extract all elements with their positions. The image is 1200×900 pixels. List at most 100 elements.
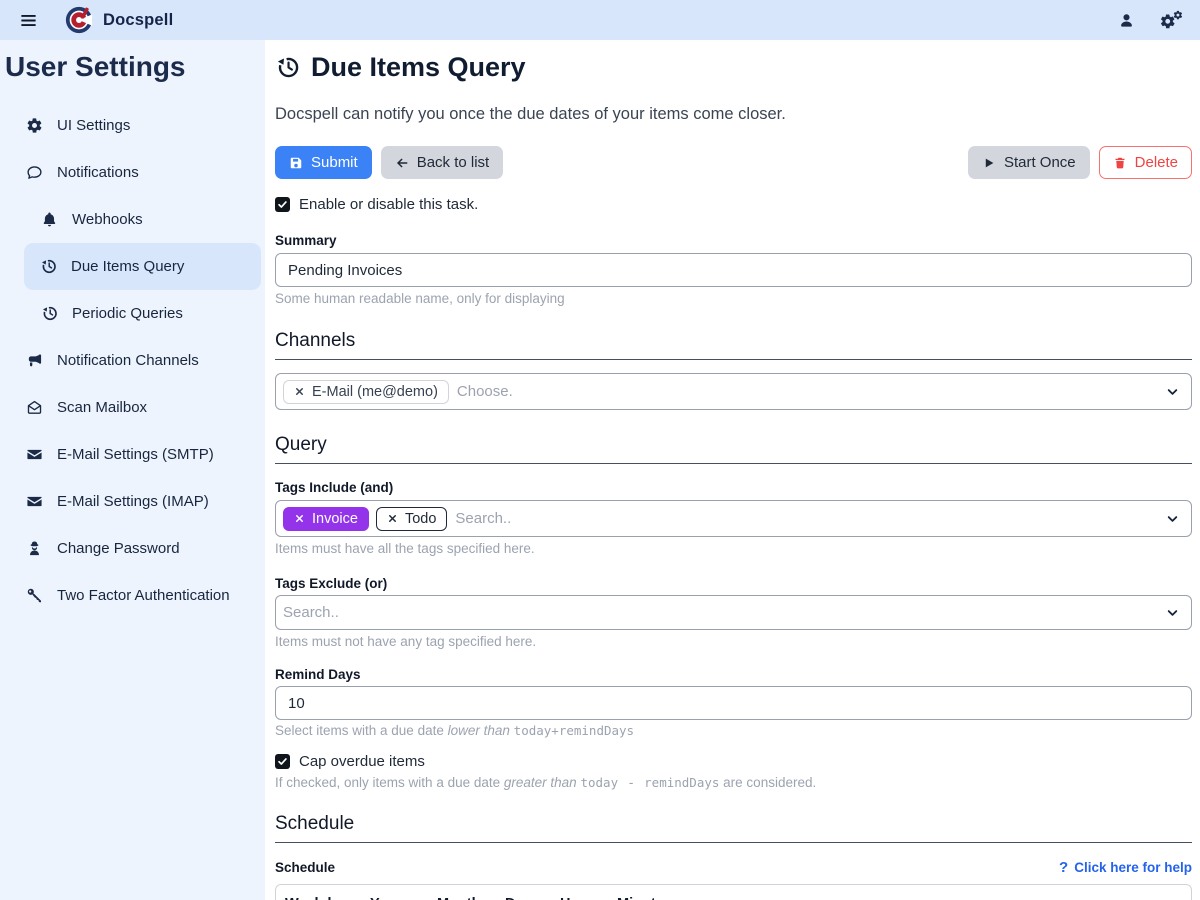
- history-icon: [275, 55, 300, 80]
- section-title: Due Items Query: [275, 52, 1192, 83]
- tags-exclude-select[interactable]: Search..: [275, 595, 1192, 630]
- menu-icon[interactable]: [16, 8, 40, 32]
- sidebar-item-scan-mailbox[interactable]: Scan Mailbox: [0, 384, 265, 431]
- help-code: today: [580, 775, 618, 790]
- channels-heading: Channels: [275, 330, 1192, 360]
- sidebar-item-notification-channels[interactable]: Notification Channels: [0, 337, 265, 384]
- schedule-cell: Minute: [617, 896, 664, 900]
- chip-label: E-Mail (me@demo): [312, 384, 438, 400]
- sidebar-item-e-mail-settings-imap-[interactable]: E-Mail Settings (IMAP): [0, 478, 265, 525]
- sidebar-item-ui-settings[interactable]: UI Settings: [0, 102, 265, 149]
- schedule-cell: Weekday: [285, 896, 348, 900]
- tags-include-help: Items must have all the tags specified h…: [275, 541, 1192, 556]
- chevron-down-icon[interactable]: [1166, 385, 1179, 398]
- tags-include-select[interactable]: InvoiceTodo Search..: [275, 500, 1192, 537]
- schedule-cell: Day: [505, 896, 532, 900]
- remove-chip-icon[interactable]: [294, 513, 305, 524]
- help-text: Select items with a due date: [275, 723, 444, 738]
- back-to-list-button[interactable]: Back to list: [381, 146, 504, 179]
- sidebar-item-two-factor-authentication[interactable]: Two Factor Authentication: [0, 572, 265, 619]
- schedule-table[interactable]: WeekdayYearMonthDayHourMinute *–*–0100:0…: [275, 884, 1192, 900]
- chevron-down-icon[interactable]: [1166, 512, 1179, 525]
- key-icon: [25, 587, 44, 604]
- tags-exclude-placeholder: Search..: [283, 604, 339, 621]
- sidebar-item-label: Due Items Query: [71, 258, 184, 275]
- toolbar-left: Submit Back to list: [275, 146, 503, 179]
- sidebar-item-label: E-Mail Settings (IMAP): [57, 493, 209, 510]
- tags-include-chips: Invoice Todo: [283, 507, 447, 531]
- toolbar-right: Start Once Delete: [968, 146, 1192, 179]
- cap-overdue-checkbox[interactable]: [275, 754, 290, 769]
- bullhorn-icon: [25, 352, 44, 369]
- sidebar-item-due-items-query[interactable]: Due Items Query: [24, 243, 261, 290]
- sidebar-item-change-password[interactable]: Change Password: [0, 525, 265, 572]
- sidebar-item-label: UI Settings: [57, 117, 130, 134]
- chip-label: Invoice: [312, 511, 358, 527]
- summary-input[interactable]: [275, 253, 1192, 287]
- envelope-icon: [25, 493, 44, 510]
- sidebar-item-label: Periodic Queries: [72, 305, 183, 322]
- remove-chip-icon[interactable]: [387, 513, 398, 524]
- envelope-icon: [25, 446, 44, 463]
- docspell-logo-icon: [65, 6, 93, 34]
- remind-days-help: Select items with a due date lower than …: [275, 723, 1192, 738]
- user-icon[interactable]: [1118, 12, 1135, 29]
- sidebar-item-label: Notifications: [57, 164, 139, 181]
- remove-chip-icon[interactable]: [294, 386, 305, 397]
- chevron-down-icon[interactable]: [1166, 606, 1179, 619]
- envelope-open-icon: [25, 399, 44, 416]
- save-icon: [289, 156, 303, 170]
- remind-days-input[interactable]: [275, 686, 1192, 720]
- start-once-button[interactable]: Start Once: [968, 146, 1090, 179]
- enable-task-label: Enable or disable this task.: [299, 196, 478, 213]
- submit-button[interactable]: Submit: [275, 146, 372, 179]
- sidebar-item-webhooks[interactable]: Webhooks: [0, 196, 265, 243]
- trash-icon: [1113, 156, 1127, 170]
- help-text: If checked, only items with a due date: [275, 775, 500, 790]
- schedule-help-link[interactable]: ? Click here for help: [1059, 859, 1192, 876]
- selected-chip[interactable]: Todo: [376, 507, 447, 531]
- sidebar-item-label: Webhooks: [72, 211, 143, 228]
- channels-chips: E-Mail (me@demo): [283, 380, 449, 404]
- history-icon: [40, 305, 59, 322]
- summary-help: Some human readable name, only for displ…: [275, 291, 1192, 306]
- sidebar-nav: UI Settings Notifications Webhooks Due Item…: [0, 102, 265, 619]
- cap-overdue-help: If checked, only items with a due date g…: [275, 775, 1192, 790]
- schedule-help-link-text: Click here for help: [1074, 860, 1192, 875]
- tags-exclude-help: Items must not have any tag specified he…: [275, 634, 1192, 649]
- tags-exclude-label: Tags Exclude (or): [275, 576, 1192, 591]
- topbar-actions: [1118, 10, 1184, 30]
- sidebar: User Settings UI SettingsNotificationsWe…: [0, 40, 265, 900]
- remind-days-label: Remind Days: [275, 667, 1192, 682]
- gear-icon: [25, 117, 44, 134]
- schedule-cell: Year: [370, 896, 401, 900]
- cap-overdue-label: Cap overdue items: [299, 753, 425, 770]
- delete-label: Delete: [1135, 154, 1178, 171]
- cogs-icon[interactable]: [1159, 10, 1184, 30]
- play-icon: [982, 156, 996, 170]
- sidebar-item-label: Two Factor Authentication: [57, 587, 230, 604]
- sidebar-item-notifications[interactable]: Notifications: [0, 149, 265, 196]
- cap-overdue-row: Cap overdue items: [275, 753, 1192, 770]
- sidebar-item-e-mail-settings-smtp-[interactable]: E-Mail Settings (SMTP): [0, 431, 265, 478]
- help-italic: greater than: [504, 775, 577, 790]
- help-text: are considered.: [723, 775, 816, 790]
- query-heading: Query: [275, 434, 1192, 464]
- summary-label: Summary: [275, 233, 1192, 248]
- enable-task-row: Enable or disable this task.: [275, 196, 1192, 213]
- schedule-cell: Month: [437, 896, 480, 900]
- bell-icon: [40, 211, 59, 228]
- back-label: Back to list: [417, 154, 490, 171]
- selected-chip[interactable]: E-Mail (me@demo): [283, 380, 449, 404]
- channels-select[interactable]: E-Mail (me@demo) Choose.: [275, 373, 1192, 410]
- submit-label: Submit: [311, 154, 358, 171]
- enable-task-checkbox[interactable]: [275, 197, 290, 212]
- app-name[interactable]: Docspell: [103, 11, 173, 30]
- selected-chip[interactable]: Invoice: [283, 507, 369, 531]
- user-secret-icon: [25, 540, 44, 557]
- main-content: Due Items Query Docspell can notify you …: [265, 40, 1200, 900]
- delete-button[interactable]: Delete: [1099, 146, 1192, 179]
- schedule-cell: Hour: [560, 896, 594, 900]
- question-icon: ?: [1059, 859, 1068, 876]
- sidebar-item-periodic-queries[interactable]: Periodic Queries: [0, 290, 265, 337]
